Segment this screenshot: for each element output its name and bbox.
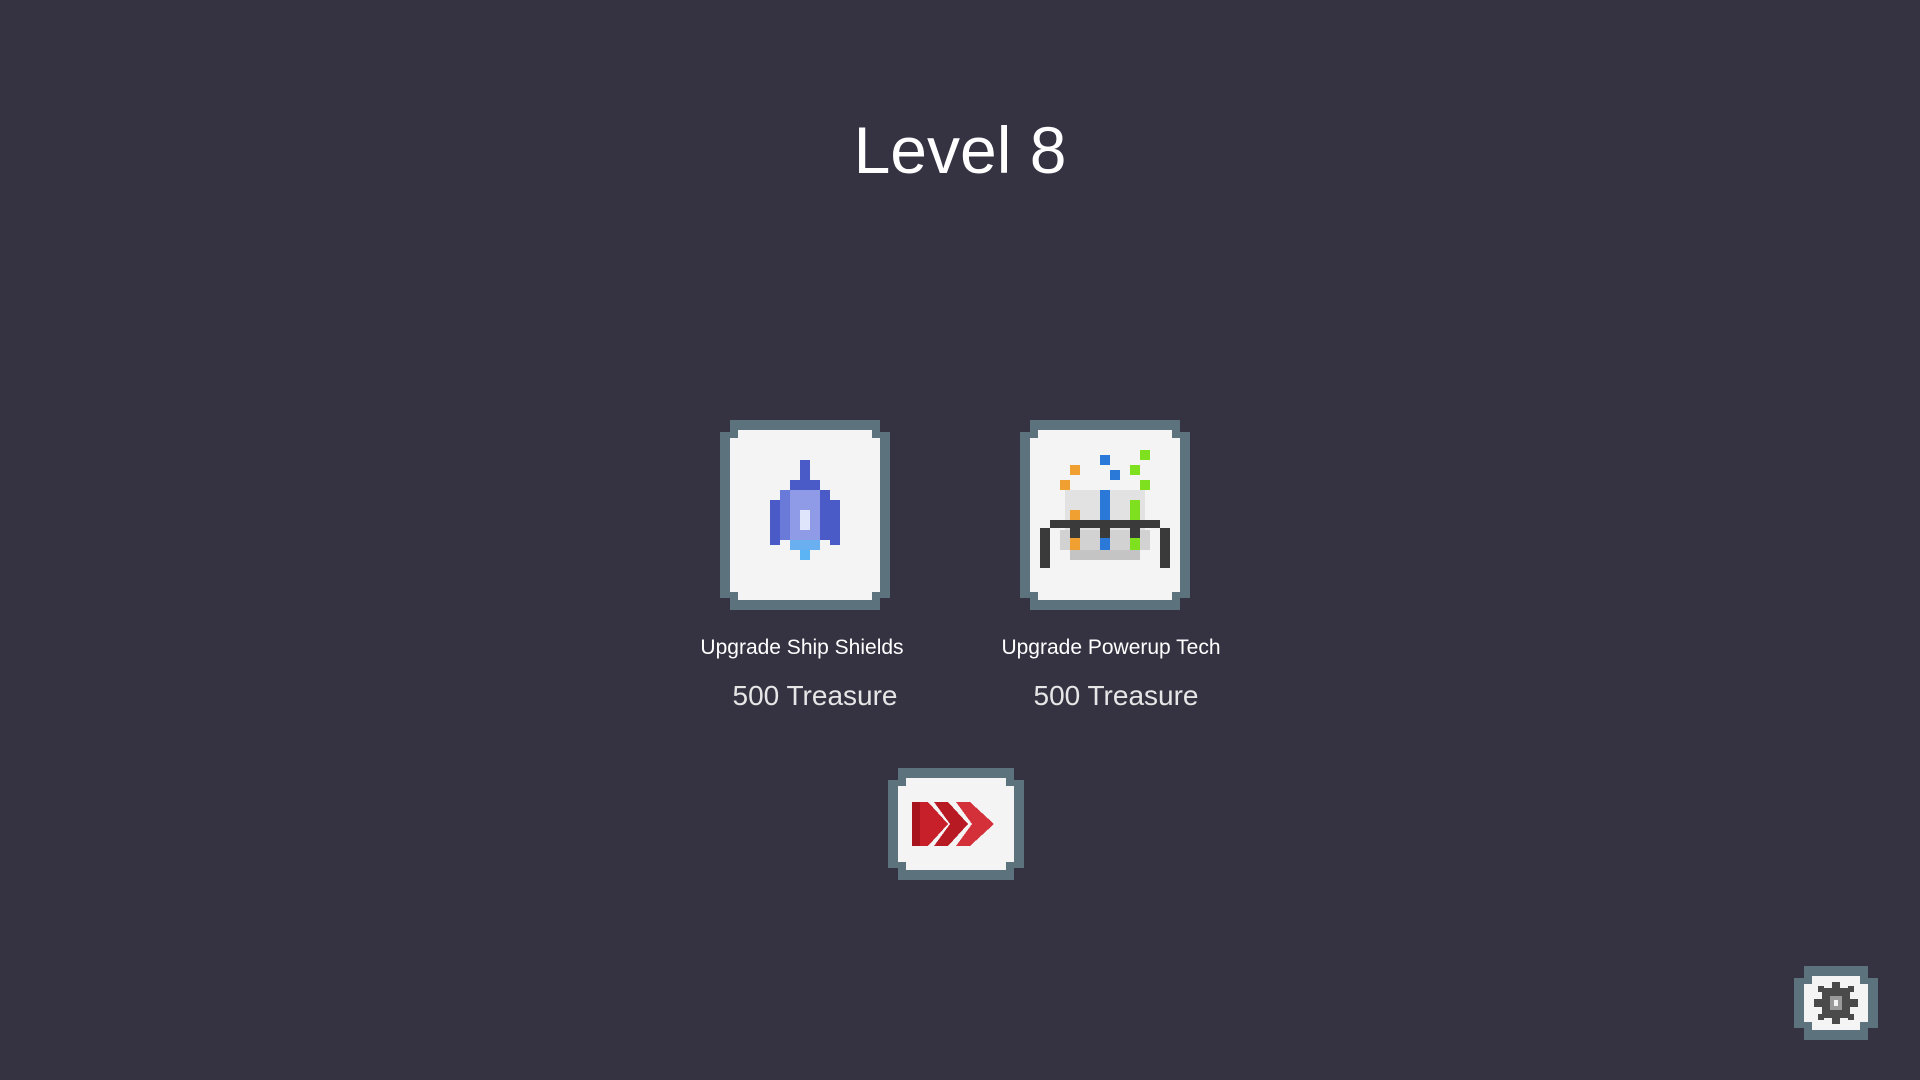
- upgrade-ship-shields-label: Upgrade Ship Shields: [700, 636, 904, 659]
- continue-button-face: [898, 778, 1014, 870]
- upgrade-powerup-tech-face: [1030, 430, 1180, 600]
- ship-shield-icon: [730, 430, 880, 600]
- upgrade-ship-shields-price: 500 Treasure: [732, 680, 898, 711]
- game-screen: Level 8 Upgrade Ship Shields 500 Treasur…: [0, 0, 1920, 1080]
- gear-icon: [1804, 976, 1868, 1030]
- upgrade-powerup-tech-price: 500 Treasure: [1033, 680, 1199, 711]
- continue-button[interactable]: [888, 768, 1024, 880]
- powerup-tech-icon: [1030, 430, 1180, 600]
- upgrade-ship-shields-face: [730, 430, 880, 600]
- upgrade-ship-shields-button[interactable]: [720, 420, 890, 610]
- settings-button[interactable]: [1794, 966, 1878, 1040]
- upgrade-powerup-tech-label: Upgrade Powerup Tech: [1001, 636, 1221, 659]
- upgrade-powerup-tech-button[interactable]: [1020, 420, 1190, 610]
- level-title: Level 8: [853, 113, 1067, 187]
- settings-button-face: [1804, 976, 1868, 1030]
- fast-forward-icon: [898, 778, 1014, 870]
